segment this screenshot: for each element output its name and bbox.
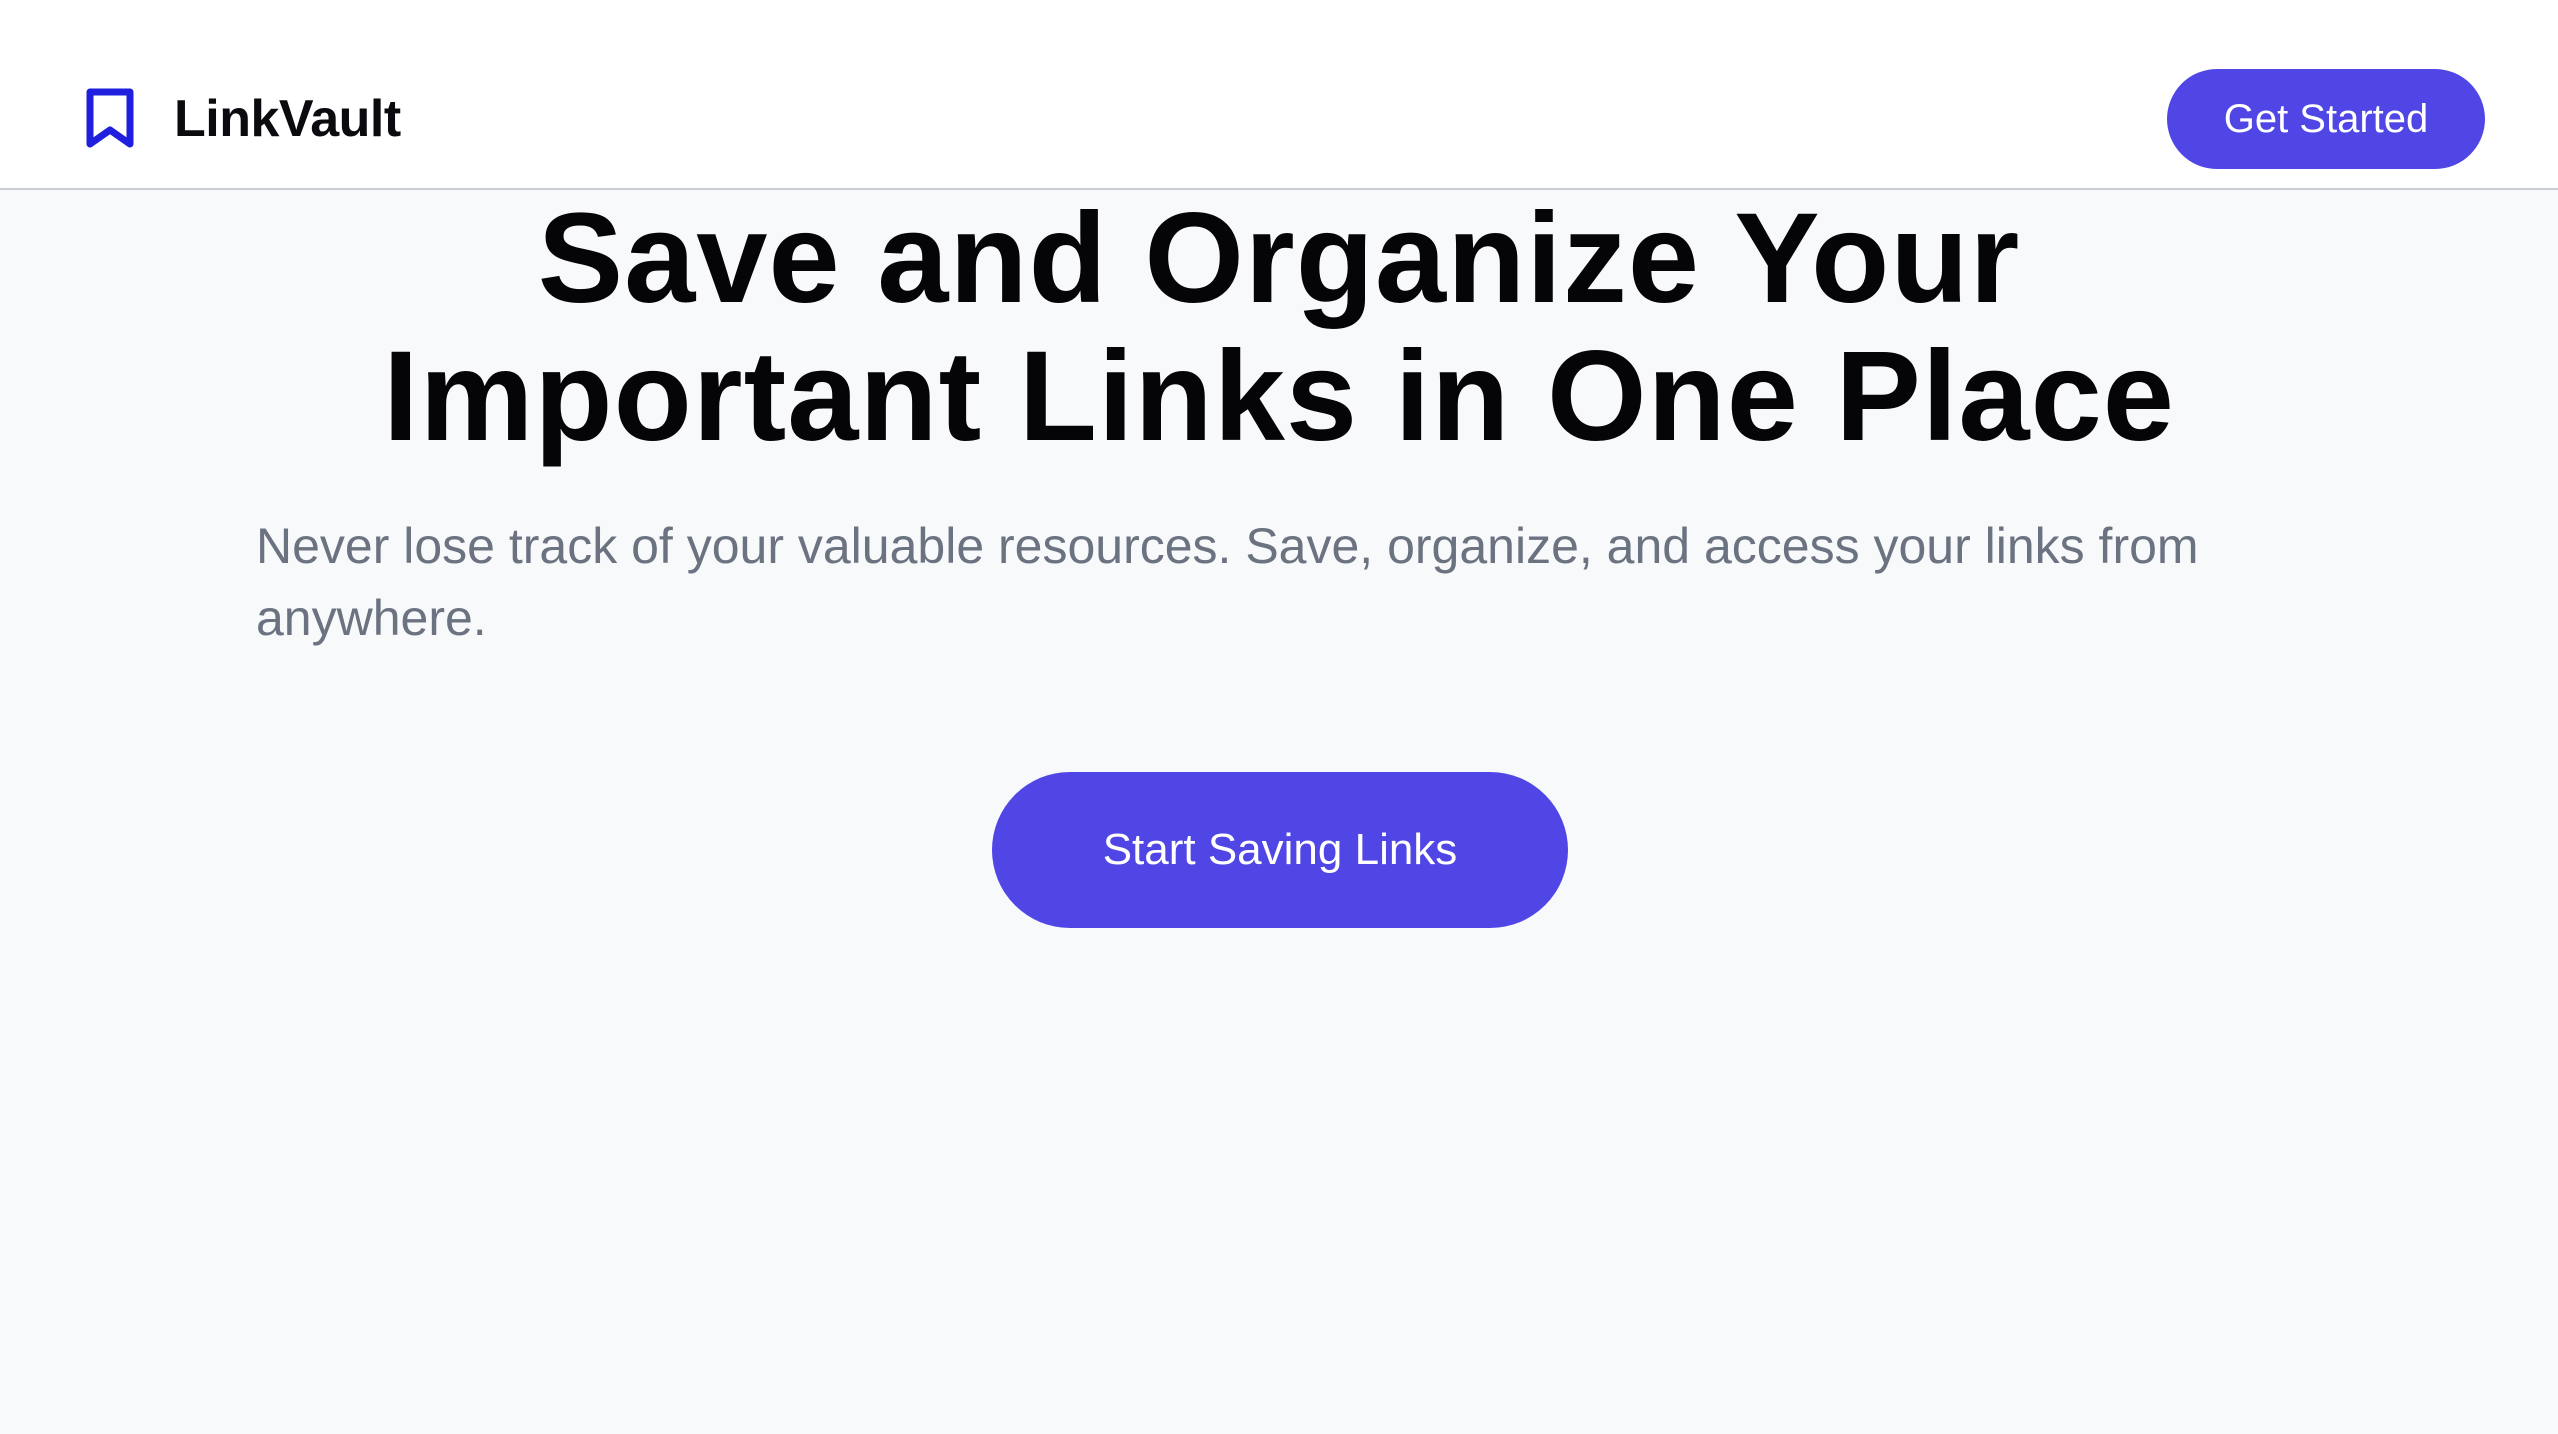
brand[interactable]: LinkVault [82,84,401,154]
brand-name: LinkVault [174,90,401,148]
hero-title-line-2: Important Links in One Place [383,325,2175,468]
hero-title-line-1: Save and Organize Your [537,187,2021,330]
hero-title: Save and Organize Your Important Links i… [0,190,2558,466]
get-started-button[interactable]: Get Started [2167,69,2485,169]
bookmark-icon [82,86,138,152]
top-navbar: LinkVault Get Started [0,0,2558,190]
hero-subtitle: Never lose track of your valuable resour… [256,518,2199,646]
start-saving-links-button[interactable]: Start Saving Links [992,772,1568,928]
